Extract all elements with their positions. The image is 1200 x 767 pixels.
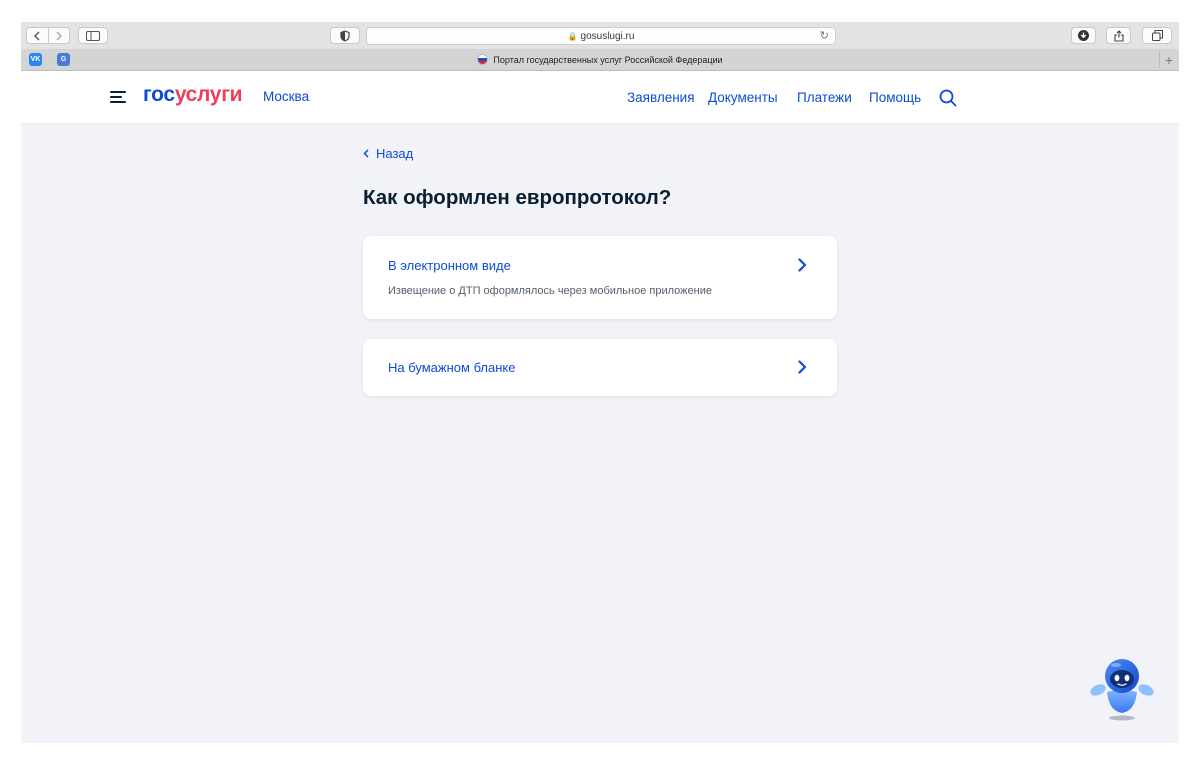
reload-icon[interactable]: ↻: [820, 28, 829, 44]
vk-favicon-label: VK: [30, 56, 41, 63]
nav-applications[interactable]: Заявления: [627, 90, 695, 105]
nav-payments[interactable]: Платежи: [797, 90, 852, 105]
browser-window: 🔒 gosuslugi.ru ↻ Портал государственных …: [21, 22, 1179, 743]
option-paper[interactable]: На бумажном бланке: [363, 339, 837, 396]
option-title: В электронном виде: [388, 258, 511, 273]
history-nav: [26, 27, 70, 44]
active-tab[interactable]: Портал государственных услуг Российской …: [21, 49, 1179, 70]
browser-toolbar: 🔒 gosuslugi.ru ↻: [21, 22, 1179, 49]
vk-icon[interactable]: VK: [29, 53, 42, 66]
translate-icon[interactable]: G: [57, 53, 70, 66]
robot-assistant-icon[interactable]: [1087, 656, 1157, 722]
search-icon[interactable]: [939, 89, 957, 107]
option-title: На бумажном бланке: [388, 360, 516, 375]
russian-flag-icon: [477, 54, 489, 65]
logo-part-uslugi: услуги: [174, 83, 243, 106]
chevron-right-icon: [798, 258, 807, 272]
address-url: gosuslugi.ru: [580, 30, 635, 42]
new-tab-button[interactable]: +: [1159, 51, 1178, 68]
back-label: Назад: [376, 146, 414, 161]
chevron-right-icon: [798, 360, 807, 374]
share-icon[interactable]: [1106, 27, 1131, 44]
lock-icon: 🔒: [567, 31, 578, 41]
logo[interactable]: госуслуги: [143, 83, 243, 107]
privacy-shield-icon[interactable]: [330, 27, 360, 44]
back-link[interactable]: Назад: [363, 146, 413, 161]
menu-icon[interactable]: [110, 90, 126, 104]
chevron-left-icon: [363, 149, 369, 158]
option-electronic[interactable]: В электронном виде Извещение о ДТП оформ…: [363, 236, 837, 319]
downloads-icon[interactable]: [1071, 27, 1096, 44]
logo-part-gos: гос: [143, 83, 175, 106]
sidebar-toggle-icon[interactable]: [78, 27, 108, 44]
site-header: госуслуги Москва Заявления Документы Пла…: [21, 71, 1179, 124]
translate-favicon-label: G: [60, 56, 67, 63]
tabs-overview-icon[interactable]: [1142, 27, 1172, 44]
address-bar[interactable]: 🔒 gosuslugi.ru ↻: [366, 27, 836, 45]
back-arrow-icon[interactable]: [27, 28, 48, 43]
page-title: Как оформлен европротокол?: [363, 186, 672, 209]
tab-title: Портал государственных услуг Российской …: [493, 54, 723, 65]
option-subtitle: Извещение о ДТП оформлялось через мобиль…: [388, 285, 712, 297]
nav-documents[interactable]: Документы: [708, 90, 778, 105]
city-selector[interactable]: Москва: [263, 89, 309, 104]
forward-arrow-icon[interactable]: [47, 28, 70, 43]
nav-help[interactable]: Помощь: [869, 90, 921, 105]
tab-bar: Портал государственных услуг Российской …: [21, 49, 1179, 71]
